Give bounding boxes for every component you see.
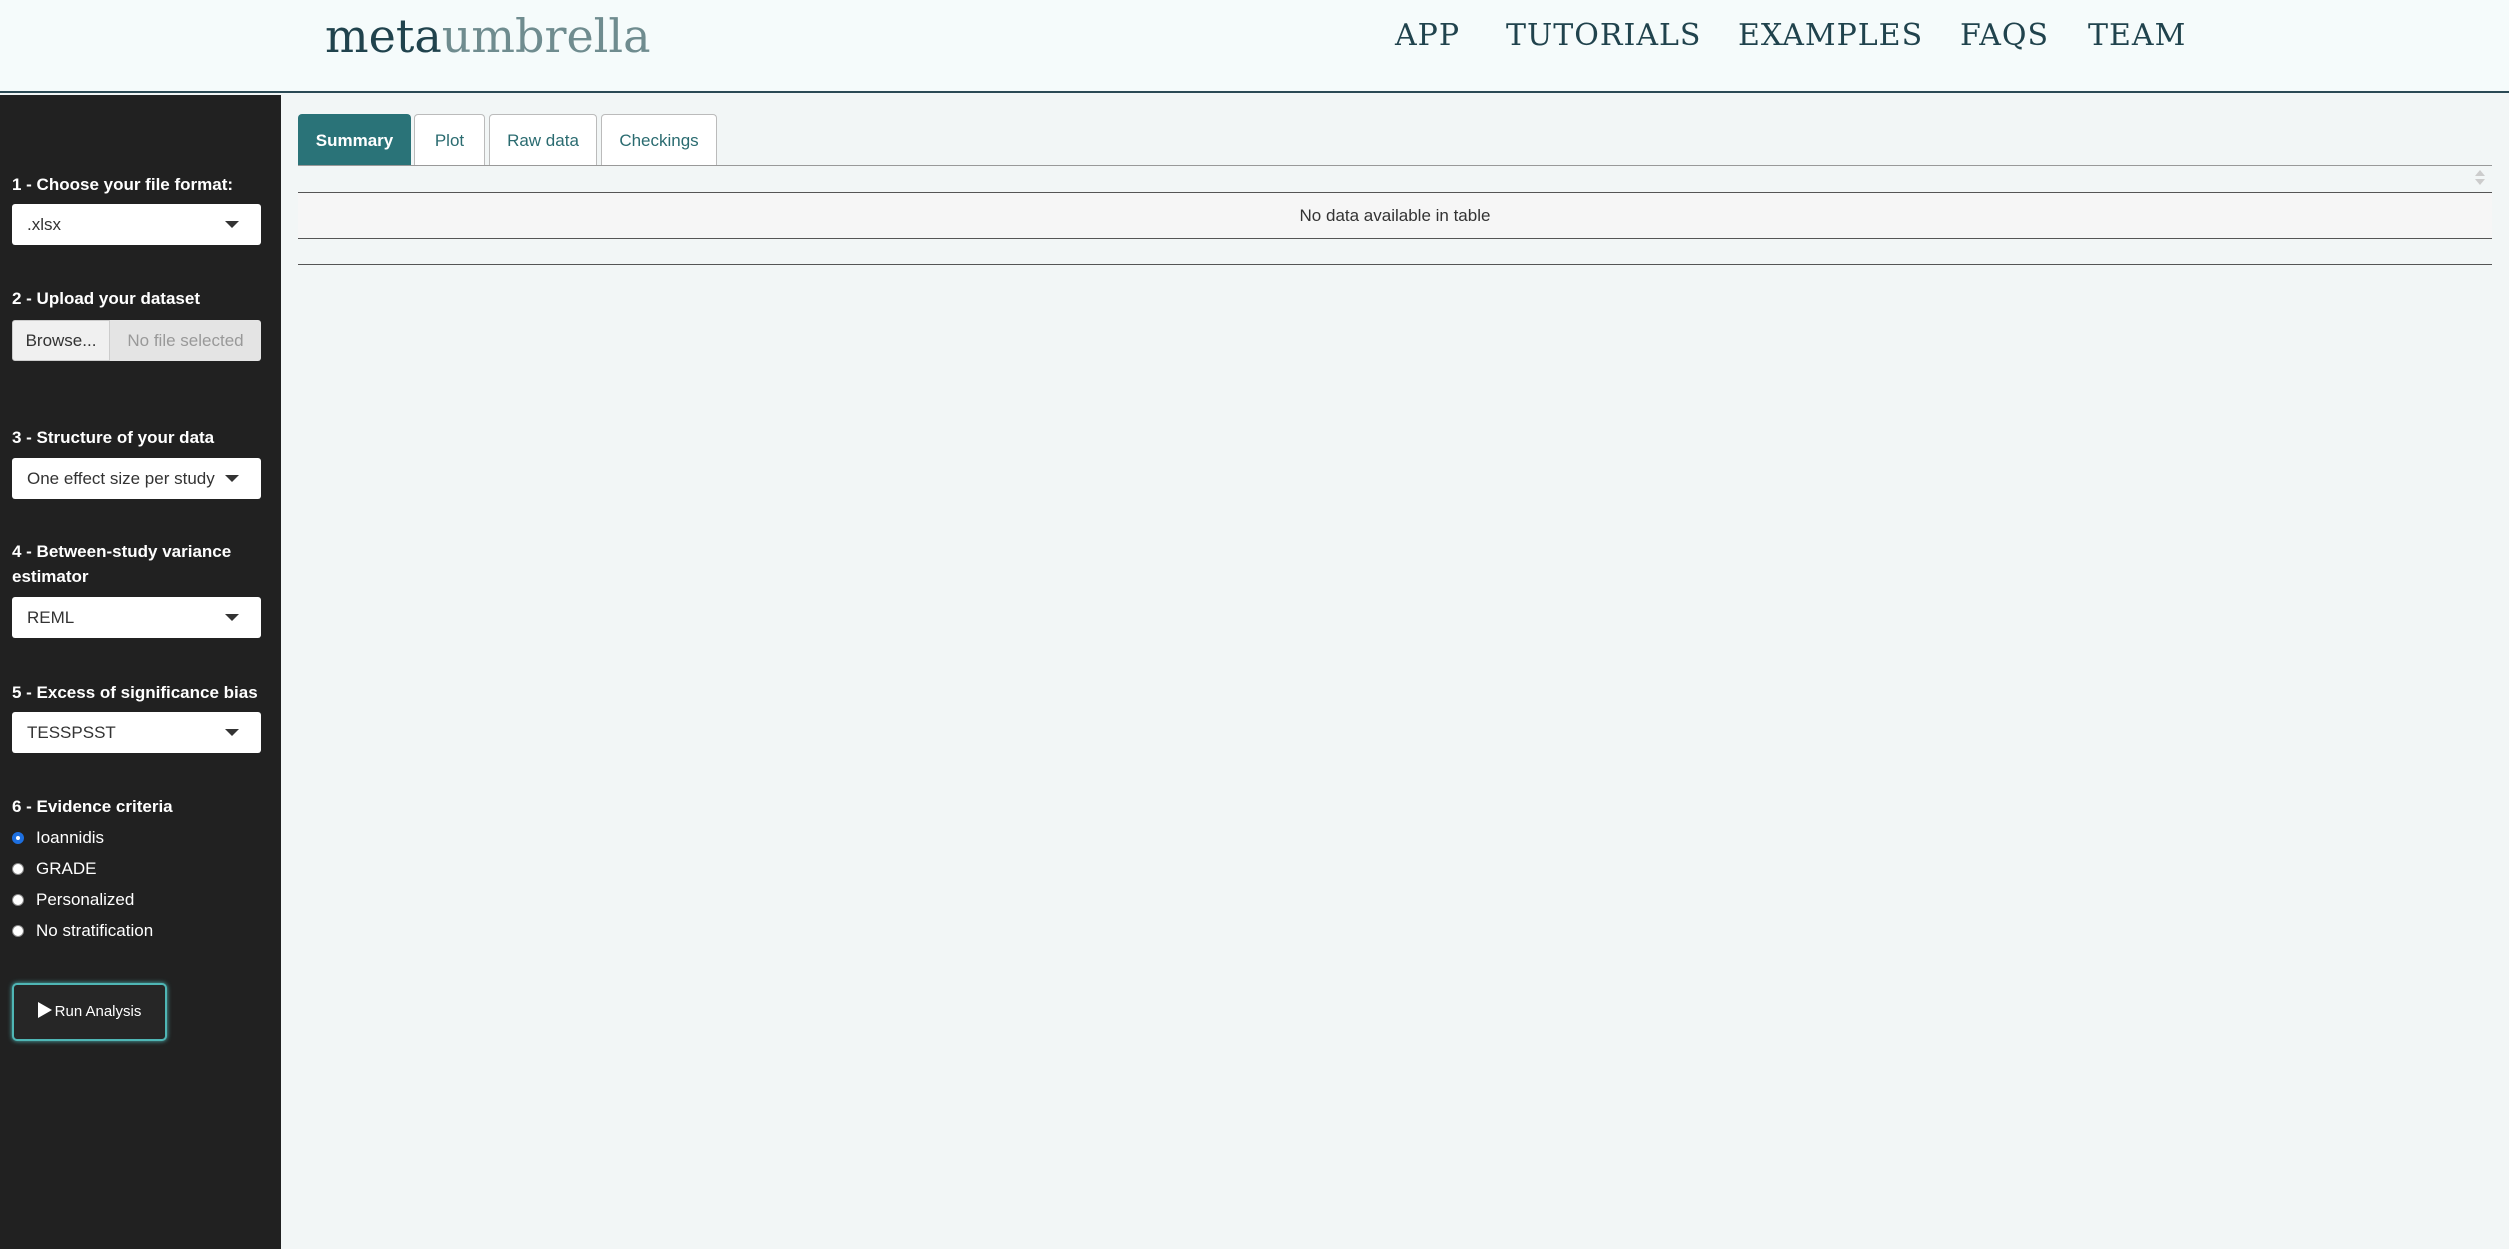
- tab-divider: [298, 165, 2492, 166]
- logo-umbrella: umbrella: [441, 9, 651, 63]
- file-name-field[interactable]: No file selected: [110, 320, 261, 361]
- criteria-label: 6 - Evidence criteria: [12, 797, 173, 816]
- radio-label: GRADE: [36, 859, 97, 878]
- structure-select[interactable]: One effect size per study: [12, 458, 261, 499]
- file-format-select[interactable]: .xlsx: [12, 204, 261, 245]
- chevron-down-icon: [225, 475, 239, 482]
- radio-icon: [12, 863, 24, 875]
- radio-label: Personalized: [36, 890, 135, 909]
- nav-team[interactable]: TEAM: [2088, 18, 2186, 53]
- bias-label: 5 - Excess of significance bias: [12, 683, 258, 702]
- sidebar-panel: [0, 95, 281, 1249]
- browse-button[interactable]: Browse...: [12, 320, 110, 361]
- nav-faqs[interactable]: FAQS: [1960, 18, 2049, 53]
- chevron-down-icon: [225, 221, 239, 228]
- run-analysis-button[interactable]: Run Analysis: [12, 983, 167, 1041]
- bias-select[interactable]: TESSPSST: [12, 712, 261, 753]
- file-upload: Browse... No file selected: [12, 320, 261, 361]
- tab-raw-data[interactable]: Raw data: [489, 114, 597, 166]
- radio-selected-icon: [12, 832, 24, 844]
- structure-value: One effect size per study: [27, 469, 215, 488]
- radio-label: Ioannidis: [36, 828, 105, 847]
- radio-icon: [12, 894, 24, 906]
- nav-tutorials[interactable]: TUTORIALS: [1506, 18, 1701, 53]
- logo-meta: meta: [325, 9, 442, 63]
- top-navbar: metaumbrella APP TUTORIALS EXAMPLES FAQS…: [0, 0, 2509, 93]
- run-analysis-label: Run Analysis: [54, 1003, 142, 1020]
- estimator-select[interactable]: REML: [12, 597, 261, 638]
- file-format-value: .xlsx: [27, 215, 61, 234]
- radio-icon: [12, 925, 24, 937]
- nav-examples[interactable]: EXAMPLES: [1738, 18, 1923, 53]
- radio-label: No stratification: [36, 921, 154, 940]
- upload-label: 2 - Upload your dataset: [12, 289, 200, 308]
- table-footer-border: [298, 264, 2492, 265]
- tab-plot[interactable]: Plot: [414, 114, 485, 166]
- file-format-label: 1 - Choose your file format:: [12, 175, 234, 194]
- chevron-down-icon: [225, 614, 239, 621]
- table-empty-row: No data available in table: [298, 193, 2492, 238]
- nav-app[interactable]: APP: [1395, 18, 1460, 53]
- estimator-label: 4 - Between-study variance estimator: [12, 542, 232, 586]
- tab-checkings[interactable]: Checkings: [601, 114, 717, 166]
- table-row-border: [298, 238, 2492, 239]
- bias-value: TESSPSST: [27, 723, 116, 742]
- estimator-value: REML: [27, 608, 75, 627]
- chevron-down-icon: [225, 729, 239, 736]
- tab-summary[interactable]: Summary: [298, 114, 411, 166]
- app-logo[interactable]: metaumbrella: [325, 6, 651, 66]
- play-icon: [37, 1002, 52, 1019]
- structure-label: 3 - Structure of your data: [12, 428, 215, 447]
- sort-icon[interactable]: [2475, 170, 2485, 186]
